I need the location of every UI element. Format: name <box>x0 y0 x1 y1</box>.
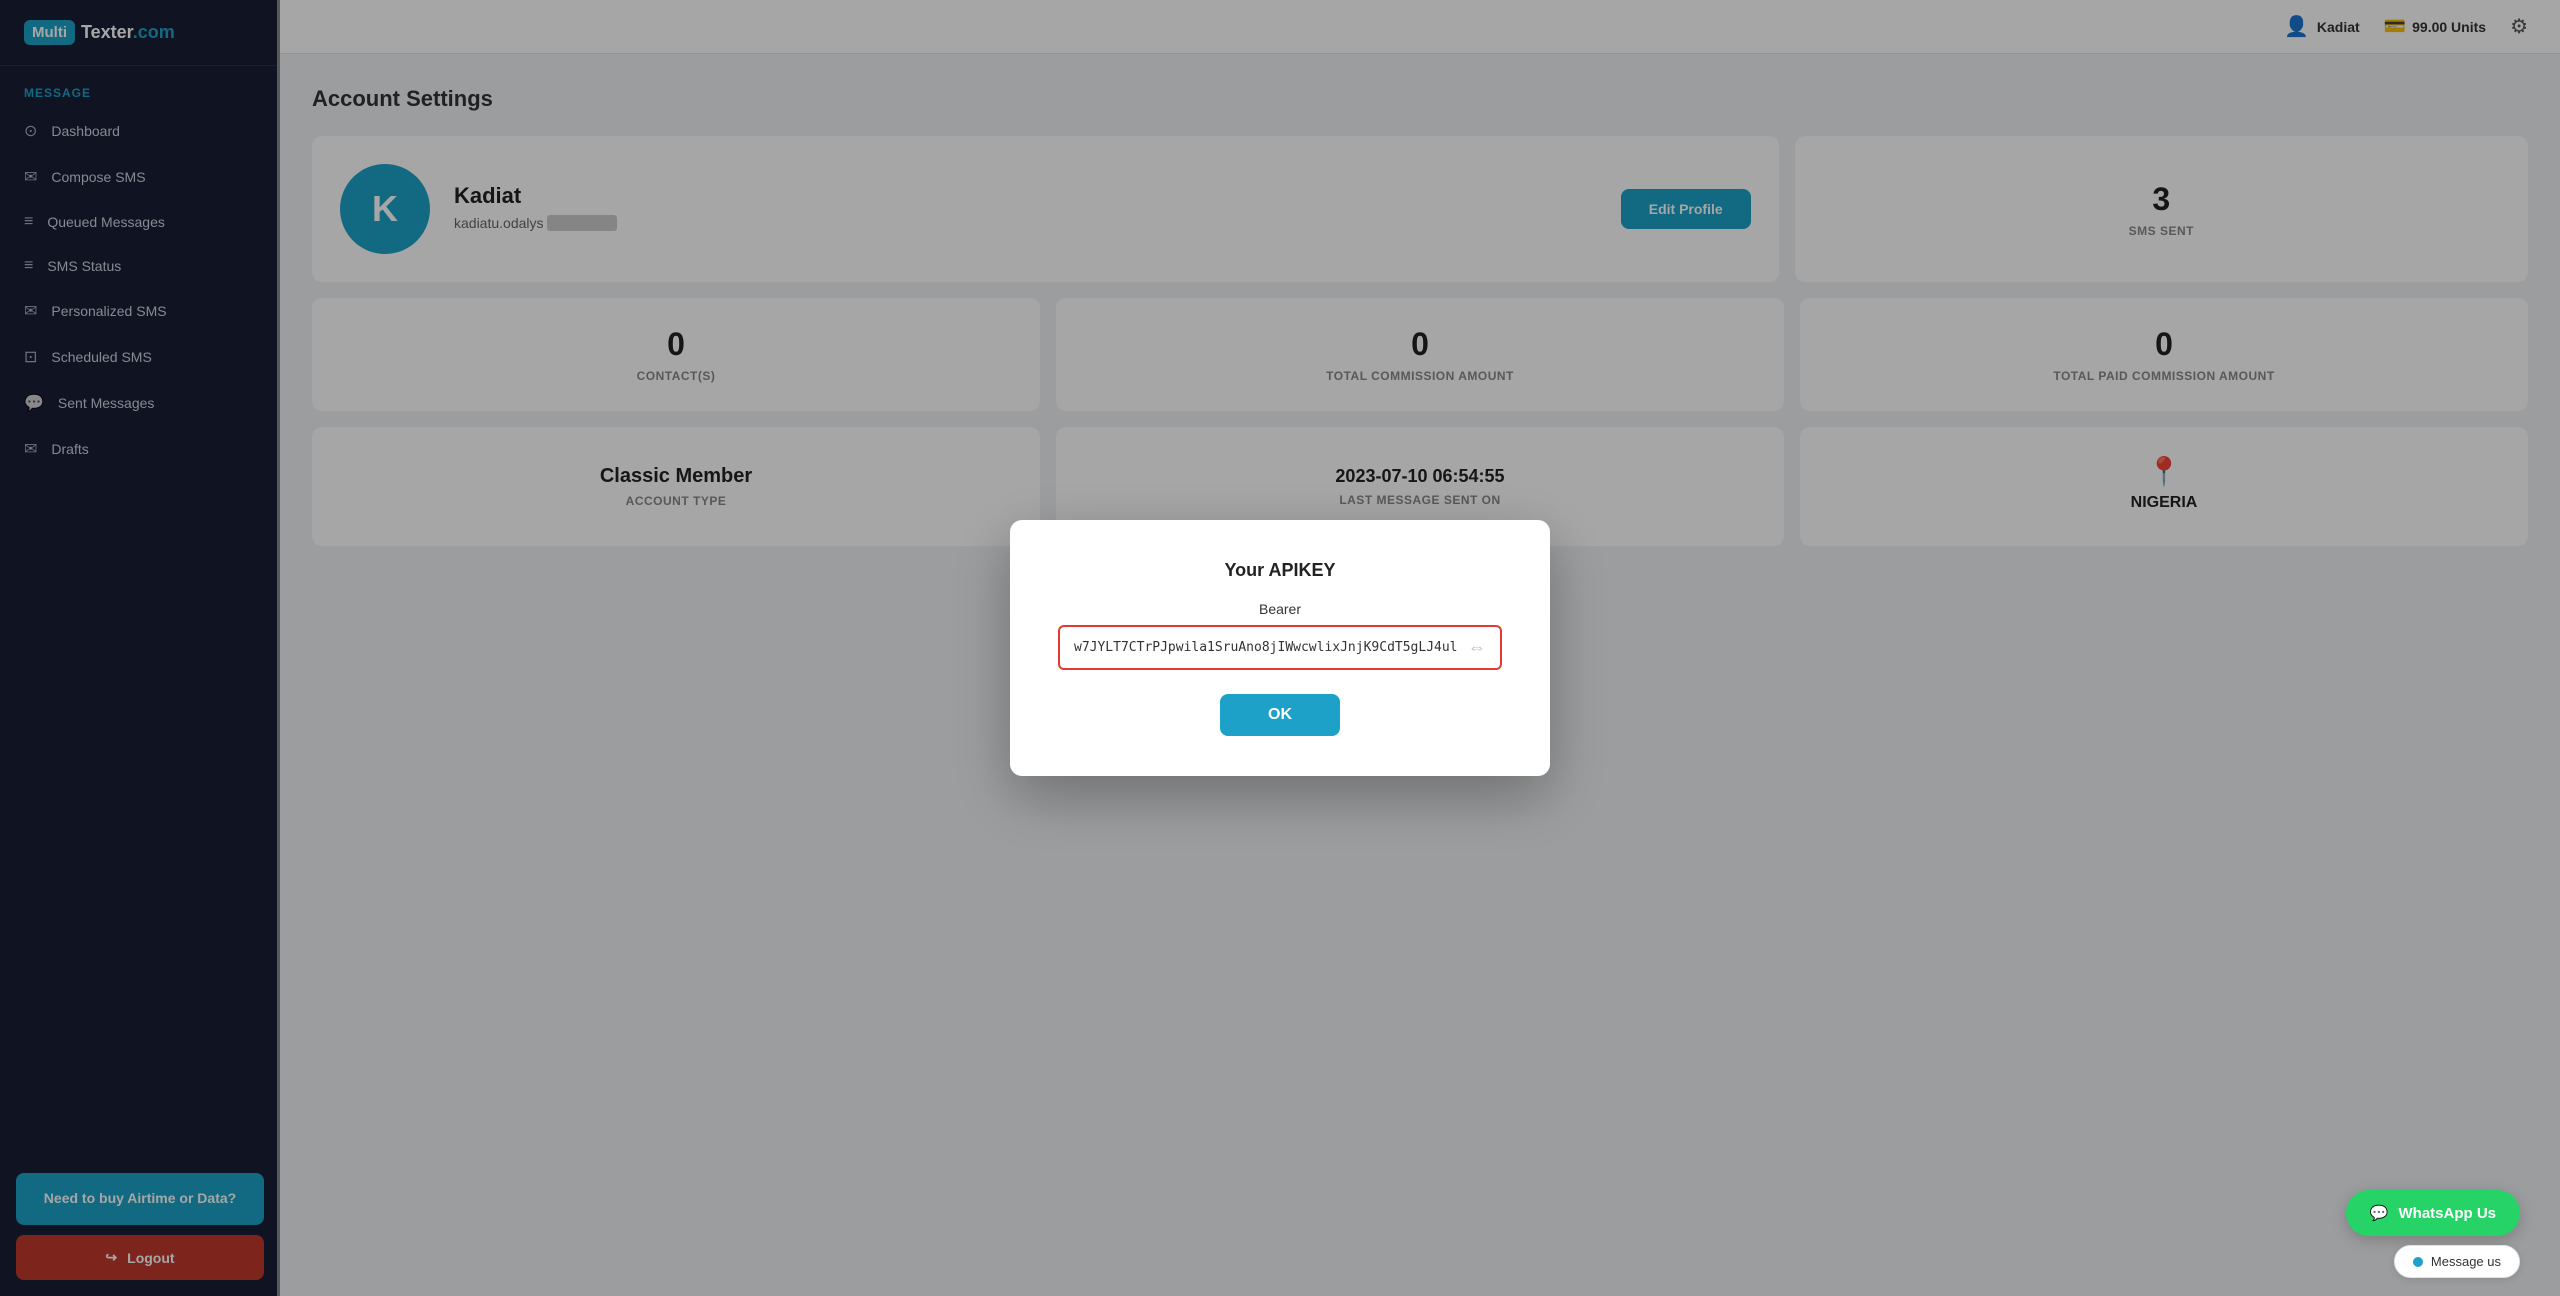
whatsapp-icon: 💬 <box>2370 1204 2389 1222</box>
message-us-dot <box>2413 1257 2423 1267</box>
modal-overlay: Your APIKEY Bearer w7JYLT7CTrPJpwila1Sru… <box>0 0 2560 1296</box>
modal-bearer-label: Bearer <box>1058 601 1502 617</box>
message-us-badge[interactable]: Message us <box>2394 1245 2520 1278</box>
modal-ok-button[interactable]: OK <box>1220 694 1340 736</box>
message-us-label: Message us <box>2431 1254 2501 1269</box>
scroll-icon: ⇔ <box>1468 637 1486 658</box>
apikey-text: w7JYLT7CTrPJpwila1SruAno8jIWwcwlixJnjK9C… <box>1074 640 1460 655</box>
apikey-modal: Your APIKEY Bearer w7JYLT7CTrPJpwila1Sru… <box>1010 520 1550 776</box>
apikey-box[interactable]: w7JYLT7CTrPJpwila1SruAno8jIWwcwlixJnjK9C… <box>1058 625 1502 670</box>
modal-title: Your APIKEY <box>1058 560 1502 581</box>
whatsapp-button[interactable]: 💬 WhatsApp Us <box>2346 1190 2520 1236</box>
whatsapp-label: WhatsApp Us <box>2399 1205 2497 1222</box>
